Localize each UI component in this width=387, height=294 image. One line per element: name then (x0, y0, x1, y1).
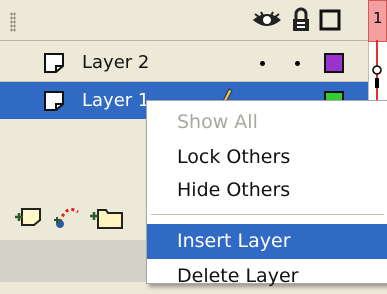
visibility-dot[interactable] (260, 61, 265, 66)
add-motion-guide-icon[interactable] (52, 202, 84, 230)
outline-icon[interactable] (319, 9, 341, 31)
menu-item-hide-others[interactable]: Hide Others (147, 173, 387, 208)
layer-color-swatch[interactable] (324, 53, 344, 73)
eye-icon[interactable] (251, 10, 283, 30)
keyframe-icon[interactable] (369, 60, 385, 90)
menu-item-show-all: Show All (177, 111, 258, 133)
menu-item-delete-layer[interactable]: Delete Layer (147, 259, 387, 294)
menu-item-lock-others[interactable]: Lock Others (147, 140, 387, 175)
layer-icon (44, 91, 64, 111)
insert-layer-icon[interactable] (14, 206, 44, 228)
lock-icon[interactable] (291, 7, 311, 33)
layer-icon (44, 53, 64, 73)
scroll-area (0, 240, 150, 282)
context-menu: Show All Lock Others Hide Others Insert … (146, 100, 387, 287)
menu-item-insert-layer[interactable]: Insert Layer (147, 224, 387, 259)
layer-name: Layer 1 (82, 90, 150, 111)
drag-grip[interactable] (10, 12, 16, 32)
lock-dot[interactable] (295, 61, 300, 66)
layer-row[interactable]: Layer 2 (0, 44, 368, 82)
insert-folder-icon[interactable] (88, 202, 124, 230)
layer-toolbar (0, 196, 150, 240)
frame-number: 1 (373, 9, 383, 27)
layer-name: Layer 2 (82, 52, 150, 73)
layer-header (0, 0, 368, 41)
menu-separator (151, 214, 384, 215)
